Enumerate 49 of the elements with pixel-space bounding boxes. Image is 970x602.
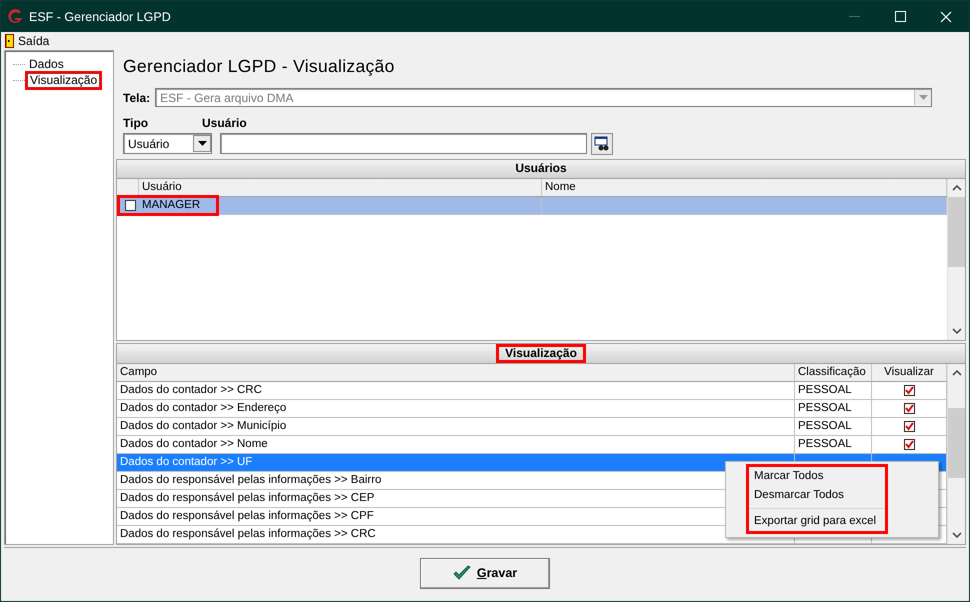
grid-title: Visualização: [496, 344, 586, 363]
table-cell: Dados do contador >> CRC: [117, 382, 795, 399]
table-row[interactable]: Dados do contador >> Endereço PESSOAL: [117, 400, 947, 418]
scroll-down-icon[interactable]: [952, 531, 962, 539]
field-label: Tela:: [123, 90, 150, 105]
table-cell: PESSOAL: [795, 418, 872, 435]
checkmark-icon: [452, 565, 471, 581]
minimize-icon[interactable]: [848, 16, 860, 18]
scroll-up-icon[interactable]: [952, 369, 962, 377]
table-cell: PESSOAL: [795, 400, 872, 417]
table-cell: Dados do contador >> Endereço: [117, 400, 795, 417]
field-label: Tipo: [123, 116, 150, 130]
checkbox[interactable]: [904, 421, 914, 432]
tree-item[interactable]: Visualização: [25, 70, 102, 90]
scrollbar[interactable]: [947, 178, 965, 340]
table-cell: PESSOAL: [795, 436, 872, 453]
field-label: Usuário: [202, 116, 247, 130]
user-input-field[interactable]: [220, 133, 587, 154]
tree-item[interactable]: Dados: [25, 56, 68, 72]
column-header[interactable]: Classificação: [795, 364, 872, 381]
scrollbar[interactable]: [947, 364, 965, 544]
close-icon[interactable]: [940, 10, 952, 22]
scroll-up-icon[interactable]: [952, 184, 962, 192]
scroll-down-icon[interactable]: [952, 327, 962, 335]
table-cell: Dados do contador >> Município: [117, 418, 795, 435]
checkbox[interactable]: [904, 439, 914, 450]
checkbox[interactable]: [904, 403, 914, 414]
dropdown-arrow-icon[interactable]: [198, 141, 206, 146]
save-button[interactable]: Gravar: [420, 558, 550, 588]
column-header[interactable]: Usuário: [139, 178, 542, 196]
column-header[interactable]: Campo: [117, 364, 795, 381]
table-row[interactable]: Dados do contador >> CRC PESSOAL: [117, 382, 947, 400]
table-cell: Dados do contador >> Nome: [117, 436, 795, 453]
scroll-thumb[interactable]: [948, 196, 965, 267]
checkbox[interactable]: [125, 200, 136, 211]
table-row[interactable]: MANAGER: [117, 196, 947, 215]
page-title: Gerenciador LGPD - Visualização: [122, 55, 396, 78]
window-title: ESF - Gerenciador LGPD: [29, 10, 172, 24]
grid-title: Usuários: [514, 160, 568, 178]
table-cell: PESSOAL: [795, 382, 872, 399]
menu-item[interactable]: Saída: [18, 34, 50, 48]
type-dropdown[interactable]: Usuário: [123, 133, 212, 154]
table-cell: MANAGER: [142, 199, 200, 212]
exit-door-icon[interactable]: [5, 34, 14, 48]
maximize-icon[interactable]: [894, 11, 906, 22]
scroll-thumb[interactable]: [948, 408, 965, 478]
app-logo-icon: [7, 8, 23, 24]
table-row[interactable]: Dados do contador >> Município PESSOAL: [117, 418, 947, 436]
checkbox[interactable]: [904, 385, 914, 396]
